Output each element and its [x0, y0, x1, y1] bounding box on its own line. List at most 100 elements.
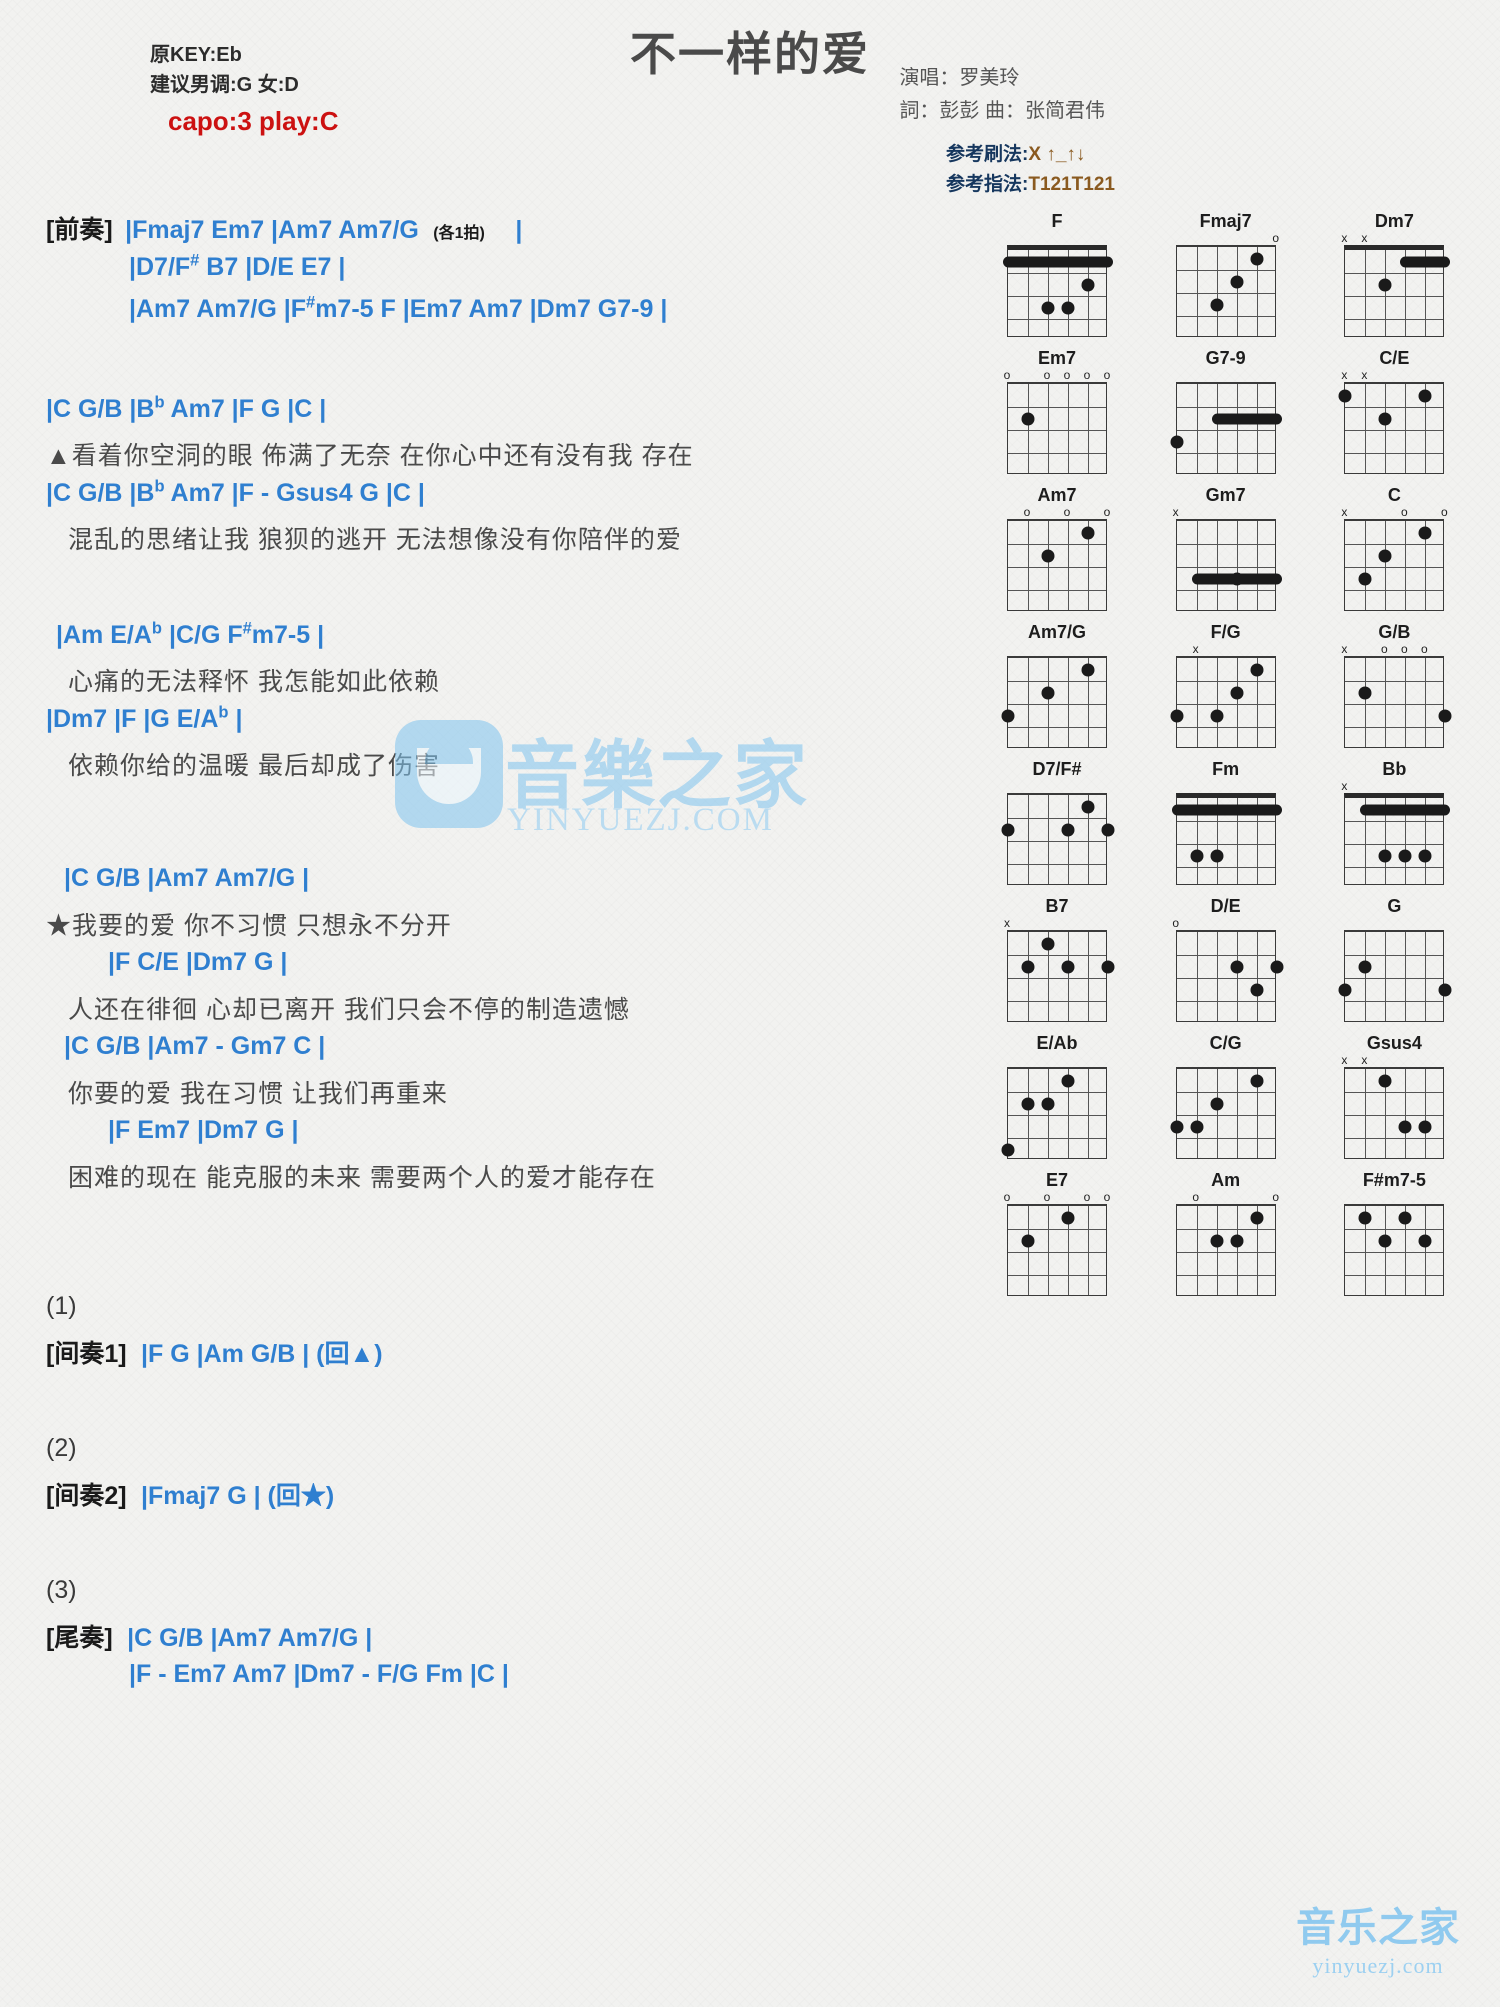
fret-line: [1345, 1229, 1444, 1230]
chord-diagram-name: C/G: [1209, 1033, 1242, 1053]
outro-line-1: [尾奏] |C G/B |Am7 Am7/G |: [46, 1618, 950, 1660]
string-line: [1365, 658, 1367, 747]
string-line: [1425, 1206, 1427, 1295]
fret-line: [1345, 867, 1444, 868]
chord-string-markers: [1319, 1191, 1469, 1204]
finger-dot: [1378, 1074, 1392, 1087]
barre-bar: [1171, 804, 1282, 815]
chord-string-markers: [1151, 1054, 1301, 1067]
chord-diagram: F#m7-5: [1319, 1169, 1469, 1296]
finger-dot: [1398, 1211, 1412, 1224]
chord-diagram-name: Gm7: [1205, 485, 1246, 505]
finger-dot: [1041, 549, 1055, 562]
sheet-header: 不一样的爱 原KEY:Eb 建议男调:G 女:D capo:3 play:C 演…: [0, 0, 1500, 210]
watermark-bottom-url: yinyuezj.com: [1312, 1953, 1444, 1978]
ending-number-2: (2): [46, 1434, 950, 1476]
string-line: [1405, 932, 1407, 1021]
finger-dot: [1061, 960, 1075, 973]
verse1-chordline-1: |C G/B |Bb Am7 |F G |C |: [46, 394, 950, 436]
open-string-icon: o: [1272, 231, 1279, 245]
intro-chords-2: |D7/F# B7 |D/E E7 |: [129, 252, 345, 281]
chord-diagram-name: Am7: [1037, 485, 1077, 505]
interlude1-tag: [间奏1]: [46, 1340, 127, 1368]
fretboard-grid: [1170, 656, 1276, 748]
string-line: [1365, 932, 1367, 1021]
string-line: [1216, 932, 1218, 1021]
open-string-icon: o: [1003, 368, 1011, 382]
finger-dot: [1170, 709, 1184, 722]
watermark-bottom-cn: 音乐之家: [1296, 1906, 1460, 1950]
fret-line: [1176, 453, 1275, 454]
string-line: [1216, 247, 1218, 336]
fret-line: [1008, 407, 1106, 408]
section-prechorus: |Am E/Ab |C/G F#m7-5 | 心痛的无法释怀 我怎能如此依赖 |…: [46, 620, 950, 788]
fret-line: [1008, 1229, 1106, 1230]
finger-dot: [1358, 572, 1372, 585]
fret-line: [1345, 273, 1444, 274]
string-line: [1196, 1206, 1198, 1295]
fret-line: [1345, 430, 1444, 431]
string-line: [1425, 932, 1427, 1021]
chorus-lyric-4: 困难的现在 能克服的未来 需要两个人的爱才能存在: [46, 1158, 950, 1200]
barre-bar: [1003, 256, 1113, 267]
chorus-chordline-2: |F C/E |Dm7 G |: [46, 948, 950, 990]
finger-dot: [1438, 709, 1452, 722]
string-line: [1236, 247, 1238, 336]
fret-line: [1008, 841, 1106, 842]
fret-line: [1345, 1092, 1444, 1093]
strum-label: 参考刷法:: [946, 144, 1029, 165]
fret-line: [1176, 270, 1275, 271]
finger-label: 参考指法:: [946, 174, 1029, 195]
chord-diagram-name: B7: [1045, 896, 1069, 916]
finger-dot: [1438, 983, 1452, 996]
chord-diagram-name: D/E: [1210, 896, 1241, 916]
lyric-text: ▲看着你空洞的眼 佈满了无奈 在你心中还有没有我 存在: [46, 442, 694, 470]
fret-line: [1345, 1001, 1444, 1002]
finger-dot: [1061, 1211, 1075, 1224]
chord-string-markers: ooooo: [982, 369, 1132, 382]
chorus-lyric-2: 人还在徘徊 心却已离开 我们只会不停的制造遗憾: [46, 990, 950, 1032]
chord-diagram: D7/F#: [982, 758, 1132, 885]
muted-string-icon: x: [1361, 231, 1368, 245]
verse1-lyric-2: 混乱的思绪让我 狼狈的逃开 无法想像没有你陪伴的爱: [46, 520, 950, 562]
fret-line: [1008, 1092, 1106, 1093]
open-string-icon: o: [1083, 1190, 1091, 1204]
string-line: [1256, 384, 1258, 473]
number-label: (3): [46, 1576, 77, 1604]
fret-line: [1008, 544, 1106, 545]
finger-dot: [1021, 412, 1035, 425]
intro3-b: m7-5 F |Em7 Am7 |Dm7 G7-9 |: [315, 295, 668, 324]
finger-dot: [1250, 663, 1264, 676]
chord-diagram-name: G: [1387, 896, 1402, 916]
strum-reference: 参考刷法:X ↑_↑↓: [946, 140, 1115, 170]
finger-reference: 参考指法:T121T121: [946, 170, 1115, 200]
fretboard-grid: [1170, 382, 1282, 474]
string-line: [1028, 1206, 1029, 1295]
chord-diagram-name: Fmaj7: [1199, 211, 1252, 231]
fret-line: [1176, 407, 1275, 408]
string-line: [1048, 1069, 1049, 1158]
finger-dot: [1378, 549, 1392, 562]
fretboard-grid: [1001, 656, 1107, 748]
finger-dot: [1418, 389, 1432, 402]
v1c2-b: Am7 |F - Gsus4 G |C |: [164, 479, 425, 508]
chord-diagram-name: E/Ab: [1036, 1033, 1078, 1053]
pc1-b: |C/G F: [162, 621, 243, 650]
fretboard-grid: [1344, 1204, 1445, 1296]
chord-diagram: F/G x: [1151, 621, 1301, 748]
finger-dot: [1378, 1234, 1392, 1247]
singer-credit: 演唱：罗美玲: [899, 67, 1020, 89]
chord-string-markers: o: [1151, 917, 1301, 930]
string-line: [1385, 932, 1387, 1021]
string-line: [1365, 521, 1367, 610]
fret-line: [1345, 296, 1444, 297]
finger-dot: [1210, 1097, 1224, 1110]
intro3-a: |Am7 Am7/G |F: [129, 295, 306, 324]
number-label: (2): [46, 1434, 77, 1462]
open-string-icon: o: [1043, 1190, 1051, 1204]
verse1-chords-1: |C G/B |Bb Am7 |F G |C |: [46, 394, 326, 423]
intro-beat-note: (各1拍): [433, 225, 485, 242]
pc1-c: m7-5 |: [251, 621, 325, 650]
fret-line: [1008, 567, 1106, 568]
interlude1-chords: |F G |Am G/B | (回▲): [141, 1340, 383, 1368]
